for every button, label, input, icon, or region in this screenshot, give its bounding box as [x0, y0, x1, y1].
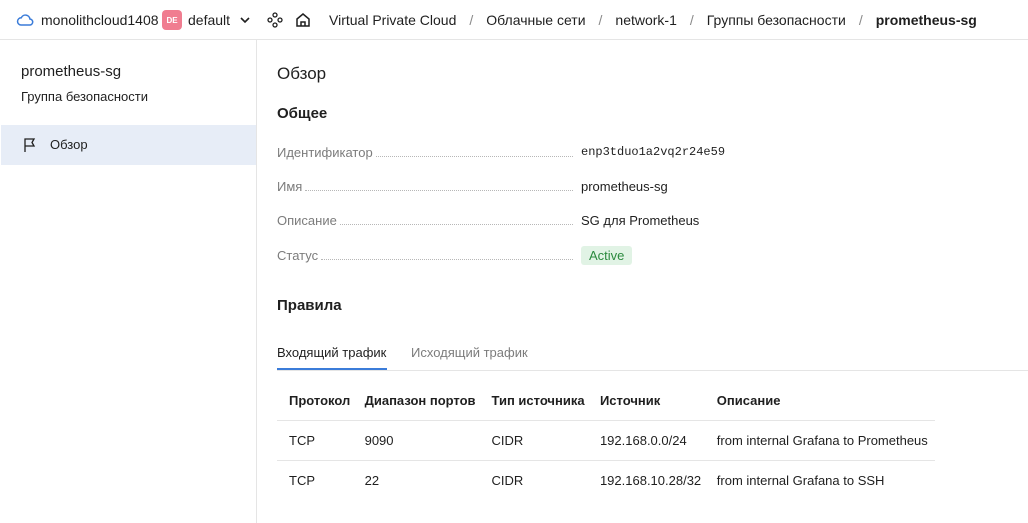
- column-header-source-type: Тип источника: [479, 380, 588, 421]
- flag-icon: [22, 137, 38, 153]
- cell-source-type: CIDR: [479, 420, 588, 461]
- property-row-name: Имя prometheus-sg: [277, 179, 977, 199]
- property-row-status: Статус Active: [277, 246, 977, 268]
- breadcrumb-item[interactable]: network-1: [615, 12, 676, 28]
- sidebar-item-label: Обзор: [50, 137, 88, 152]
- property-label: Статус: [277, 248, 319, 263]
- status-badge: Active: [581, 246, 633, 265]
- breadcrumb-separator: /: [858, 12, 863, 28]
- rules-table: Протокол Диапазон портов Тип источника И…: [277, 380, 935, 500]
- property-label: Имя: [277, 179, 303, 194]
- tab-egress[interactable]: Исходящий трафик: [411, 345, 528, 360]
- services-icon[interactable]: [267, 12, 283, 28]
- cell-protocol: TCP: [277, 420, 353, 461]
- folder-badge: DE: [162, 10, 182, 30]
- table-row[interactable]: TCP 22 CIDR 192.168.10.28/32 from intern…: [277, 461, 935, 501]
- property-value-id[interactable]: enp3tduo1a2vq2r24e59: [581, 145, 725, 159]
- breadcrumb: Virtual Private Cloud / Облачные сети / …: [329, 12, 977, 28]
- cloud-name[interactable]: monolithcloud1408: [41, 12, 159, 28]
- property-value-description: SG для Prometheus: [581, 213, 700, 228]
- cell-description: from internal Grafana to Prometheus: [704, 420, 935, 461]
- property-label: Описание: [277, 213, 337, 228]
- cloud-icon[interactable]: [16, 11, 34, 29]
- breadcrumb-item[interactable]: Облачные сети: [486, 12, 585, 28]
- breadcrumb-item[interactable]: Virtual Private Cloud: [329, 12, 456, 28]
- property-row-id: Идентификатор enp3tduo1a2vq2r24e59: [277, 145, 977, 165]
- top-bar: monolithcloud1408 DE default Virtual Pri…: [0, 0, 1028, 40]
- page-title: Обзор: [277, 64, 327, 83]
- column-header-ports: Диапазон портов: [352, 380, 480, 421]
- cell-description: from internal Grafana to SSH: [716, 473, 885, 488]
- breadcrumb-item[interactable]: Группы безопасности: [707, 12, 846, 28]
- section-title-rules: Правила: [277, 297, 342, 314]
- breadcrumb-separator: /: [469, 12, 474, 28]
- breadcrumb-separator: /: [689, 12, 694, 28]
- property-row-description: Описание SG для Prometheus: [277, 213, 977, 233]
- cell-source-type: CIDR: [491, 473, 524, 488]
- table-header-row: Протокол Диапазон портов Тип источника И…: [277, 380, 935, 421]
- folder-selector[interactable]: default: [188, 12, 230, 28]
- cell-ports: 9090: [352, 420, 480, 461]
- sidebar: prometheus-sg Группа безопасности Обзор: [0, 40, 257, 523]
- table-row[interactable]: TCP 9090 CIDR 192.168.0.0/24 from intern…: [277, 420, 935, 461]
- sidebar-item-overview[interactable]: Обзор: [1, 125, 256, 165]
- home-icon[interactable]: [294, 11, 312, 29]
- cell-ports: 22: [364, 473, 380, 488]
- column-header-description: Описание: [704, 380, 935, 421]
- tab-ingress[interactable]: Входящий трафик: [277, 345, 386, 360]
- breadcrumb-current: prometheus-sg: [875, 12, 977, 28]
- sidebar-title: prometheus-sg: [21, 63, 122, 80]
- column-header-protocol: Протокол: [277, 380, 353, 421]
- column-header-source: Источник: [587, 380, 705, 421]
- main-content: Обзор Общее Идентификатор enp3tduo1a2vq2…: [257, 40, 1028, 523]
- cell-source: 192.168.0.0/24: [587, 420, 705, 461]
- chevron-down-icon[interactable]: [239, 14, 251, 26]
- property-label: Идентификатор: [277, 145, 373, 160]
- property-value-name: prometheus-sg: [581, 179, 668, 194]
- section-title-general: Общее: [277, 105, 328, 122]
- active-tab-indicator: [277, 368, 387, 370]
- breadcrumb-separator: /: [598, 12, 603, 28]
- rules-tabs: Входящий трафик Исходящий трафик: [277, 335, 1028, 371]
- cell-source: 192.168.10.28/32: [599, 473, 702, 488]
- sidebar-subtitle: Группа безопасности: [21, 89, 148, 104]
- cell-protocol: TCP: [289, 473, 315, 488]
